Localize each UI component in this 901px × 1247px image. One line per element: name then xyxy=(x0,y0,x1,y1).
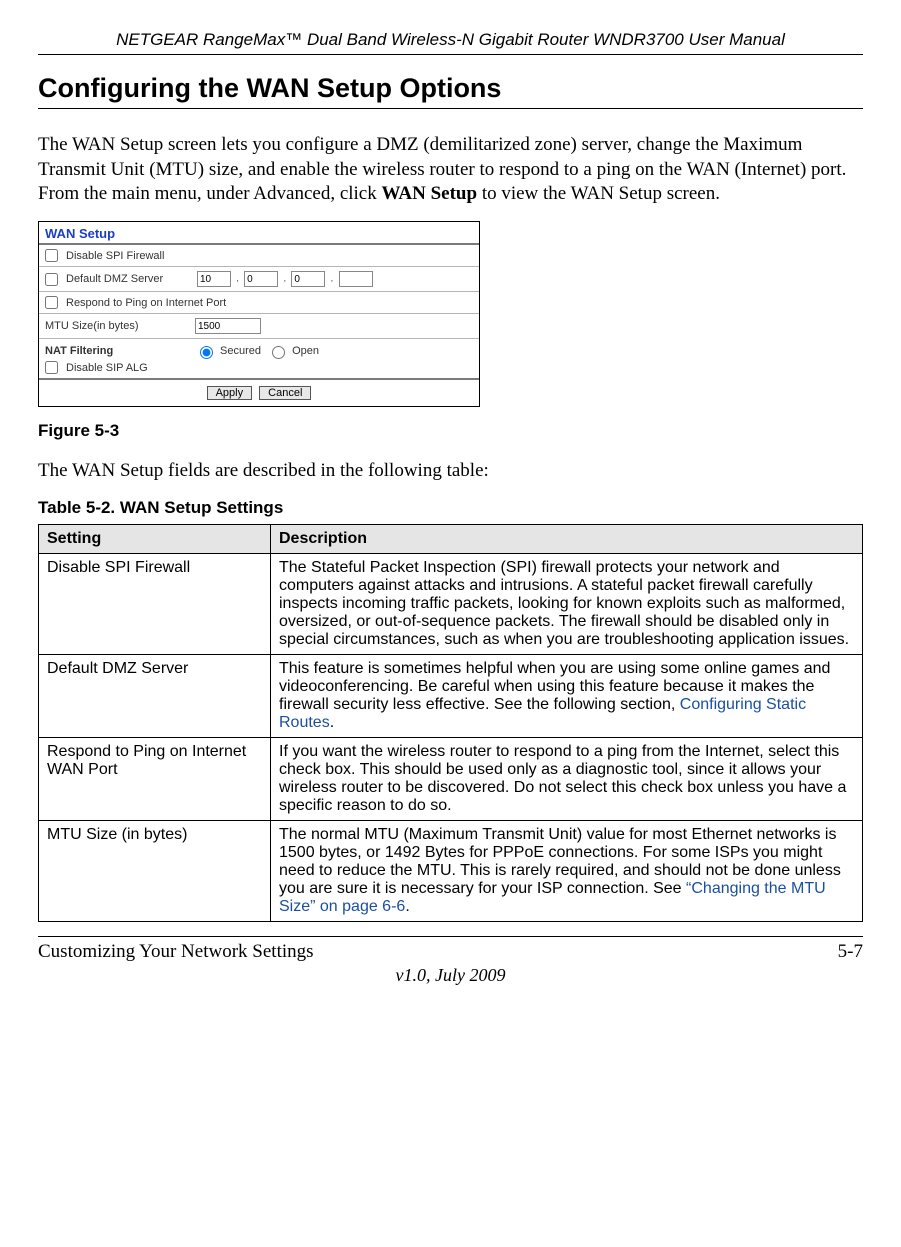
checkbox-disable-sip[interactable] xyxy=(45,361,58,374)
cell-desc: This feature is sometimes helpful when y… xyxy=(271,654,863,737)
dmz-octet-4[interactable] xyxy=(339,271,373,287)
label-mtu: MTU Size(in bytes) xyxy=(45,320,195,332)
row-mtu: MTU Size(in bytes) xyxy=(39,314,479,339)
table-row: Respond to Ping on Internet WAN Port If … xyxy=(39,737,863,820)
cell-setting: Disable SPI Firewall xyxy=(39,553,271,654)
checkbox-default-dmz[interactable] xyxy=(45,273,58,286)
label-nat: NAT Filtering xyxy=(45,345,195,357)
label-default-dmz[interactable]: Default DMZ Server xyxy=(45,273,195,286)
dmz-octet-2[interactable] xyxy=(244,271,278,287)
desc-text-b: . xyxy=(405,898,409,915)
cell-setting: Respond to Ping on Internet WAN Port xyxy=(39,737,271,820)
intro-text-b: to view the WAN Setup screen. xyxy=(477,183,720,204)
radio-label-secured[interactable]: Secured xyxy=(195,343,261,359)
cell-desc: The Stateful Packet Inspection (SPI) fir… xyxy=(271,553,863,654)
cancel-button[interactable]: Cancel xyxy=(259,386,311,400)
desc-text-b: . xyxy=(330,714,334,731)
running-header: NETGEAR RangeMax™ Dual Band Wireless-N G… xyxy=(38,30,863,50)
checkbox-disable-spi[interactable] xyxy=(45,249,58,262)
wan-setup-heading: WAN Setup xyxy=(39,222,479,245)
footer-version: v1.0, July 2009 xyxy=(38,965,863,986)
section-title-rule xyxy=(38,108,863,109)
header-rule xyxy=(38,54,863,55)
text-secured: Secured xyxy=(220,345,261,357)
intro-bold: WAN Setup xyxy=(382,183,478,204)
table-caption: Table 5-2. WAN Setup Settings xyxy=(38,498,863,518)
wan-setup-screenshot: WAN Setup Disable SPI Firewall Default D… xyxy=(38,221,480,407)
button-row: Apply Cancel xyxy=(39,380,479,406)
page-footer: Customizing Your Network Settings 5-7 v1… xyxy=(38,936,863,986)
apply-button[interactable]: Apply xyxy=(207,386,253,400)
table-header-row: Setting Description xyxy=(39,524,863,553)
cell-desc: The normal MTU (Maximum Transmit Unit) v… xyxy=(271,820,863,921)
table-row: MTU Size (in bytes) The normal MTU (Maxi… xyxy=(39,820,863,921)
text-disable-sip: Disable SIP ALG xyxy=(66,362,148,374)
text-default-dmz: Default DMZ Server xyxy=(66,273,163,285)
checkbox-respond-ping[interactable] xyxy=(45,296,58,309)
label-disable-spi[interactable]: Disable SPI Firewall xyxy=(45,249,164,262)
radio-open[interactable] xyxy=(272,346,285,359)
radio-secured[interactable] xyxy=(200,346,213,359)
section-title: Configuring the WAN Setup Options xyxy=(38,73,863,104)
text-respond-ping: Respond to Ping on Internet Port xyxy=(66,297,226,309)
th-description: Description xyxy=(271,524,863,553)
th-setting: Setting xyxy=(39,524,271,553)
after-figure-text: The WAN Setup fields are described in th… xyxy=(38,459,863,484)
row-nat: NAT Filtering Secured Open Disable SIP A… xyxy=(39,339,479,380)
input-mtu[interactable] xyxy=(195,318,261,334)
wan-settings-table: Setting Description Disable SPI Firewall… xyxy=(38,524,863,922)
cell-setting: MTU Size (in bytes) xyxy=(39,820,271,921)
cell-setting: Default DMZ Server xyxy=(39,654,271,737)
footer-right: 5-7 xyxy=(838,941,863,963)
label-disable-sip[interactable]: Disable SIP ALG xyxy=(45,361,473,374)
row-respond-ping: Respond to Ping on Internet Port xyxy=(39,292,479,314)
label-respond-ping[interactable]: Respond to Ping on Internet Port xyxy=(45,296,226,309)
footer-rule xyxy=(38,936,863,937)
table-row: Default DMZ Server This feature is somet… xyxy=(39,654,863,737)
dmz-octet-3[interactable] xyxy=(291,271,325,287)
cell-desc: If you want the wireless router to respo… xyxy=(271,737,863,820)
footer-left: Customizing Your Network Settings xyxy=(38,941,314,963)
figure-caption: Figure 5-3 xyxy=(38,421,863,441)
row-default-dmz: Default DMZ Server . . . xyxy=(39,267,479,292)
row-disable-spi: Disable SPI Firewall xyxy=(39,245,479,267)
table-row: Disable SPI Firewall The Stateful Packet… xyxy=(39,553,863,654)
text-disable-spi: Disable SPI Firewall xyxy=(66,250,164,262)
dmz-ip-fields: . . . xyxy=(195,271,375,287)
text-open: Open xyxy=(292,345,319,357)
dmz-octet-1[interactable] xyxy=(197,271,231,287)
radio-label-open[interactable]: Open xyxy=(267,343,319,359)
intro-paragraph: The WAN Setup screen lets you configure … xyxy=(38,133,863,207)
